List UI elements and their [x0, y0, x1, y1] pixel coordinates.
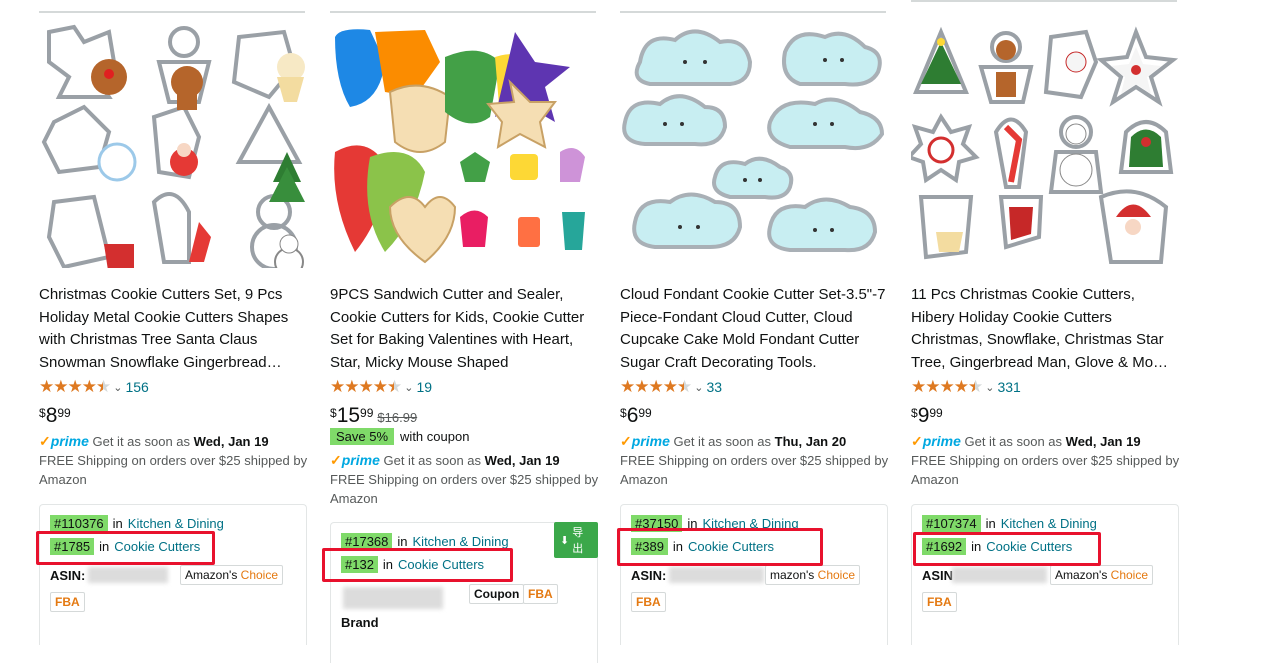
shipping-text: FREE Shipping on orders over $25 shipped… [39, 453, 308, 487]
product-card: 11 Pcs Christmas Cookie Cutters, Hibery … [911, 0, 1181, 645]
delivery-prefix: Get it as soon as [383, 453, 482, 468]
shipping-text: FREE Shipping on orders over $25 shipped… [911, 453, 1180, 487]
prime-badge: ✓prime [330, 452, 380, 468]
coupon-badge[interactable]: Save 5% [330, 428, 395, 445]
list-price: $16.99 [377, 410, 418, 425]
rating-row: ★★★★★ ⌄ 331 [911, 377, 1021, 397]
coupon-row[interactable]: Save 5% with coupon [330, 428, 469, 445]
star-rating-icon[interactable]: ★★★★★ [39, 377, 111, 397]
prime-check-icon: ✓ [39, 433, 51, 449]
amazons-choice-badge: Amazon's Choice [1050, 565, 1154, 585]
amazons-choice-badge: mazon's Choice [765, 565, 861, 585]
prime-check-icon: ✓ [620, 433, 632, 449]
product-image[interactable] [39, 22, 307, 268]
rank-badge: #110376 [50, 515, 108, 532]
prime-badge: ✓prime [911, 433, 961, 449]
delivery-date: Thu, Jan 20 [774, 434, 847, 449]
highlight-box [617, 528, 823, 566]
shipping-text: FREE Shipping on orders over $25 shipped… [620, 453, 889, 487]
product-image[interactable] [911, 22, 1179, 268]
rating-row: ★★★★★ ⌄ 19 [330, 377, 432, 397]
review-count[interactable]: 331 [997, 379, 1020, 395]
asin-label: ASIN: [631, 568, 667, 583]
coupon-tag: Coupon [469, 584, 525, 604]
chevron-down-icon[interactable]: ⌄ [404, 381, 413, 394]
redacted-area [88, 567, 168, 583]
price[interactable]: $999 [911, 404, 943, 428]
download-icon: ⬇ [560, 534, 570, 547]
price[interactable]: $699 [620, 404, 652, 428]
star-rating-icon[interactable]: ★★★★★ [911, 377, 983, 397]
fba-badge: FBA [50, 592, 85, 612]
coupon-text: with coupon [400, 429, 470, 444]
delivery-date: Wed, Jan 19 [193, 434, 269, 449]
redacted-area [343, 587, 443, 609]
product-image[interactable] [620, 22, 888, 268]
price[interactable]: $899 [39, 404, 71, 428]
fba-badge: FBA [631, 592, 666, 612]
prime-check-icon: ✓ [330, 452, 342, 468]
price[interactable]: $1599 $16.99 [330, 404, 417, 428]
delivery-info: ✓prime Get it as soon as Thu, Jan 20 FRE… [620, 432, 890, 489]
rating-row: ★★★★★ ⌄ 33 [620, 377, 722, 397]
extension-panel: #110376 in Kitchen & Dining #1785 in Coo… [39, 504, 307, 645]
prime-badge: ✓prime [39, 433, 89, 449]
review-count[interactable]: 33 [706, 379, 722, 395]
product-title[interactable]: 11 Pcs Christmas Cookie Cutters, Hibery … [911, 284, 1179, 374]
highlight-box [36, 531, 215, 565]
highlight-box [913, 532, 1101, 566]
highlight-box [322, 548, 513, 582]
review-count[interactable]: 19 [416, 379, 432, 395]
product-image[interactable] [330, 22, 598, 268]
product-card: Cloud Fondant Cookie Cutter Set-3.5"-7 P… [617, 0, 890, 645]
redacted-area [952, 567, 1047, 583]
star-rating-icon[interactable]: ★★★★★ [620, 377, 692, 397]
amazons-choice-badge: Amazon's Choice [180, 565, 284, 585]
rank-category-link[interactable]: Kitchen & Dining [413, 534, 509, 549]
rank-row: #110376 in Kitchen & Dining [50, 515, 224, 532]
delivery-prefix: Get it as soon as [92, 434, 191, 449]
delivery-prefix: Get it as soon as [673, 434, 772, 449]
rank-category-link[interactable]: Kitchen & Dining [1001, 516, 1097, 531]
shipping-text: FREE Shipping on orders over $25 shipped… [330, 472, 599, 506]
product-title[interactable]: Christmas Cookie Cutters Set, 9 Pcs Holi… [39, 284, 307, 374]
delivery-date: Wed, Jan 19 [1065, 434, 1141, 449]
fba-badge: FBA [523, 584, 558, 604]
delivery-info: ✓prime Get it as soon as Wed, Jan 19 FRE… [330, 451, 600, 508]
extension-panel: #37150 in Kitchen & Dining #389 in Cooki… [620, 504, 888, 645]
asin-label: ASIN: [50, 568, 86, 583]
product-title[interactable]: 9PCS Sandwich Cutter and Sealer, Cookie … [330, 284, 598, 374]
delivery-date: Wed, Jan 19 [484, 453, 560, 468]
prime-badge: ✓prime [620, 433, 670, 449]
review-count[interactable]: 156 [125, 379, 148, 395]
rank-badge: #107374 [922, 515, 981, 532]
chevron-down-icon[interactable]: ⌄ [694, 381, 703, 394]
chevron-down-icon[interactable]: ⌄ [113, 381, 122, 394]
fba-badge: FBA [922, 592, 957, 612]
delivery-prefix: Get it as soon as [964, 434, 1063, 449]
rating-row: ★★★★★ ⌄ 156 [39, 377, 149, 397]
asin-label: ASIN [922, 568, 954, 583]
extension-panel: #107374 in Kitchen & Dining #1692 in Coo… [911, 504, 1179, 645]
brand-label: Brand [341, 615, 379, 630]
star-rating-icon[interactable]: ★★★★★ [330, 377, 402, 397]
export-button[interactable]: ⬇ 导出 [554, 522, 598, 558]
delivery-info: ✓prime Get it as soon as Wed, Jan 19 FRE… [911, 432, 1181, 489]
product-title[interactable]: Cloud Fondant Cookie Cutter Set-3.5"-7 P… [620, 284, 888, 374]
redacted-area [669, 567, 764, 583]
delivery-info: ✓prime Get it as soon as Wed, Jan 19 FRE… [39, 432, 309, 489]
product-card: 9PCS Sandwich Cutter and Sealer, Cookie … [322, 0, 600, 663]
product-card: Christmas Cookie Cutters Set, 9 Pcs Holi… [36, 0, 309, 645]
rank-category-link[interactable]: Kitchen & Dining [128, 516, 224, 531]
rank-row: #107374 in Kitchen & Dining [922, 515, 1097, 532]
prime-check-icon: ✓ [911, 433, 923, 449]
chevron-down-icon[interactable]: ⌄ [985, 381, 994, 394]
